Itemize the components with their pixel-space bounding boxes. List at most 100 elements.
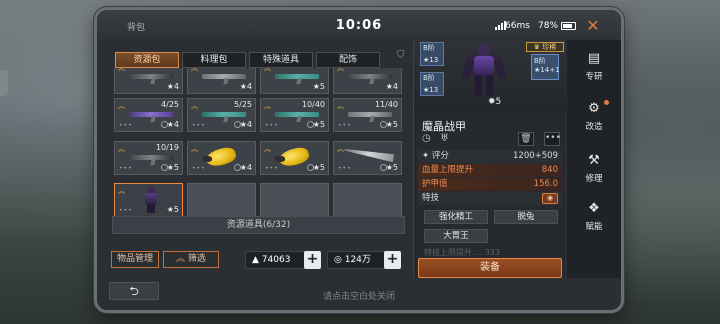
rank-icon: ︽ — [337, 145, 344, 153]
category-tabs: 资源包 料理包 特殊道具 配饰 — [115, 52, 380, 68]
rank-icon: ︽ — [191, 68, 198, 72]
filter-button[interactable]: ︽ 筛选 — [163, 251, 219, 268]
detail-preview: B阶 ★13 B阶 ★13 ✹5 ♛ 珍稀 B阶 ★14+1 — [414, 40, 566, 112]
grid-cell[interactable]: ︽ ••• ★5 — [333, 141, 402, 175]
item-attr-icons: ◷ ♅ — [422, 133, 458, 145]
rank-icon: ︽ — [337, 102, 344, 110]
tab-resource-pack[interactable]: 资源包 — [115, 52, 179, 68]
rank-icon: ︽ — [191, 102, 198, 110]
coin-counter: ▲ 74063 + — [245, 251, 321, 269]
grade-badge[interactable]: B阶 ★13 — [420, 42, 444, 66]
grid-cell-selected[interactable]: ︽ ••• ★5 — [114, 183, 183, 217]
skill-tag[interactable]: 大胃王 — [424, 229, 488, 243]
gem-icon: ◎ — [334, 255, 342, 265]
blade-icon — [344, 146, 395, 163]
ping-text: 66ms — [505, 21, 530, 31]
skill-tag[interactable]: 强化精工 — [424, 210, 488, 224]
backpack-window: 背包 10:06 66ms 78% ✕ 资源包 料理包 特殊道具 配饰 ⛉ ︽ … — [97, 10, 621, 310]
coin-icon: ▲ — [252, 255, 259, 265]
star-count: ★5 — [312, 120, 325, 129]
item-quantity: 10/40 — [301, 100, 325, 109]
item-quantity: 10/19 — [155, 143, 179, 152]
skills-header: 特技 ◉ — [418, 192, 562, 205]
close-icon[interactable]: ✕ — [583, 16, 603, 36]
more-icon[interactable]: ••• — [544, 132, 561, 146]
star-count: ★5 — [166, 205, 179, 214]
status-bar: 背包 10:06 66ms 78% ✕ — [97, 10, 621, 40]
wrench-icon: ⚙ — [588, 101, 600, 116]
filter-icon: ︽ — [176, 254, 188, 264]
rank-icon: ︽ — [191, 145, 198, 153]
item-quantity: 11/40 — [374, 100, 398, 109]
durability-icon: ◷ — [422, 133, 431, 144]
edge-tab[interactable] — [0, 70, 8, 96]
grid-cell[interactable]: ︽ ★4 — [187, 68, 256, 94]
nav-empower[interactable]: ❖ 赋能 — [567, 198, 621, 236]
grid-cell-empty[interactable] — [260, 183, 329, 217]
equip-button[interactable]: 装备 — [418, 258, 562, 278]
nav-modify[interactable]: ⚙ 改造 — [567, 98, 621, 136]
item-detail-panel: B阶 ★13 B阶 ★13 ✹5 ♛ 珍稀 B阶 ★14+1 魔晶战甲 ◷ ♅ 🗑… — [413, 40, 566, 278]
item-grid: ︽ ★4 ︽ ★4 ︽ ★5 ︽ ★4 4/25 ︽ ••• ★4 5/25 ︽… — [112, 68, 405, 218]
hammer-icon: ⚒ — [588, 153, 600, 168]
item-name: 魔晶战甲 — [422, 120, 466, 133]
rank-icon: ︽ — [264, 68, 271, 72]
grid-cell-empty[interactable] — [333, 183, 402, 217]
notification-dot — [604, 100, 609, 105]
grid-cell[interactable]: 5/25 ︽ ••• ★4 — [187, 98, 256, 132]
battery-icon — [561, 22, 576, 30]
grade-badge[interactable]: B阶 ★13 — [420, 72, 444, 96]
resource-count-bar: 资源道具(6/32) — [112, 216, 405, 234]
star-count: ★5 — [385, 120, 398, 129]
grid-cell[interactable]: 11/40 ︽ ••• ★5 — [333, 98, 402, 132]
star-count: ★4 — [239, 163, 252, 172]
grid-cell[interactable]: 10/40 ︽ ••• ★5 — [260, 98, 329, 132]
add-gems-button[interactable]: + — [384, 251, 401, 269]
trash-icon[interactable]: 🗑 — [518, 132, 534, 146]
nav-repair[interactable]: ⚒ 修理 — [567, 150, 621, 188]
rank-icon: ︽ — [118, 68, 125, 72]
stat-row: 护甲值 156.0 — [418, 178, 562, 191]
score-icon: ✦ — [422, 151, 430, 161]
item-quantity: 5/25 — [234, 100, 252, 109]
grid-cell[interactable]: ︽ ★4 — [114, 68, 183, 94]
gem-counter: ◎ 124万 + — [327, 251, 401, 269]
score-row: ✦ 评分 1200+509 — [418, 150, 562, 163]
grid-cell[interactable]: ︽ ••• ★4 — [187, 141, 256, 175]
nav-research[interactable]: ▤ 专研 — [567, 48, 621, 86]
stat-row: 血量上限提升 840 — [418, 164, 562, 177]
grid-cell[interactable]: ︽ ★4 — [333, 68, 402, 94]
book-icon: ▤ — [587, 51, 601, 66]
battery-text: 78% — [538, 21, 559, 31]
rank-icon: ︽ — [264, 102, 271, 110]
tab-accessories[interactable]: 配饰 — [316, 52, 380, 68]
rank-icon: ︽ — [118, 145, 125, 153]
star-count: ★5 — [312, 163, 325, 172]
rank-icon: ︽ — [118, 102, 125, 110]
star-count: ★4 — [385, 82, 398, 91]
eye-icon[interactable]: ◉ — [542, 193, 558, 204]
side-navigation: ▤ 专研 ⚙ 改造 ⚒ 修理 ❖ 赋能 — [567, 40, 621, 278]
item-management-button[interactable]: 物品管理 — [111, 251, 159, 268]
rank-icon: ︽ — [264, 145, 271, 153]
skill-tag[interactable]: 脱兔 — [494, 210, 558, 224]
tab-food-pack[interactable]: 料理包 — [182, 52, 246, 68]
tab-special-items[interactable]: 特殊道具 — [249, 52, 313, 68]
armor-type-icon: ♅ — [440, 133, 449, 144]
grid-cell[interactable]: 4/25 ︽ ••• ★4 — [114, 98, 183, 132]
sort-icon[interactable]: ⛉ — [397, 50, 409, 64]
star-count: ★5 — [312, 82, 325, 91]
rare-grade-badge[interactable]: B阶 ★14+1 — [531, 54, 560, 80]
star-count: ★4 — [166, 120, 179, 129]
empower-icon: ❖ — [588, 201, 600, 216]
star-count: ★4 — [239, 120, 252, 129]
grid-cell[interactable]: 10/19 ︽ ••• ★5 — [114, 141, 183, 175]
grid-cell[interactable]: ︽ ••• ★5 — [260, 141, 329, 175]
add-coins-button[interactable]: + — [304, 251, 321, 269]
star-count: ★4 — [166, 82, 179, 91]
star-count: ★5 — [166, 163, 179, 172]
faded-stat-row: 特技上限提升 ... 333 — [424, 248, 500, 257]
grid-cell-empty[interactable] — [187, 183, 256, 217]
grid-cell[interactable]: ︽ ★5 — [260, 68, 329, 94]
star-level: ✹5 — [488, 97, 502, 107]
